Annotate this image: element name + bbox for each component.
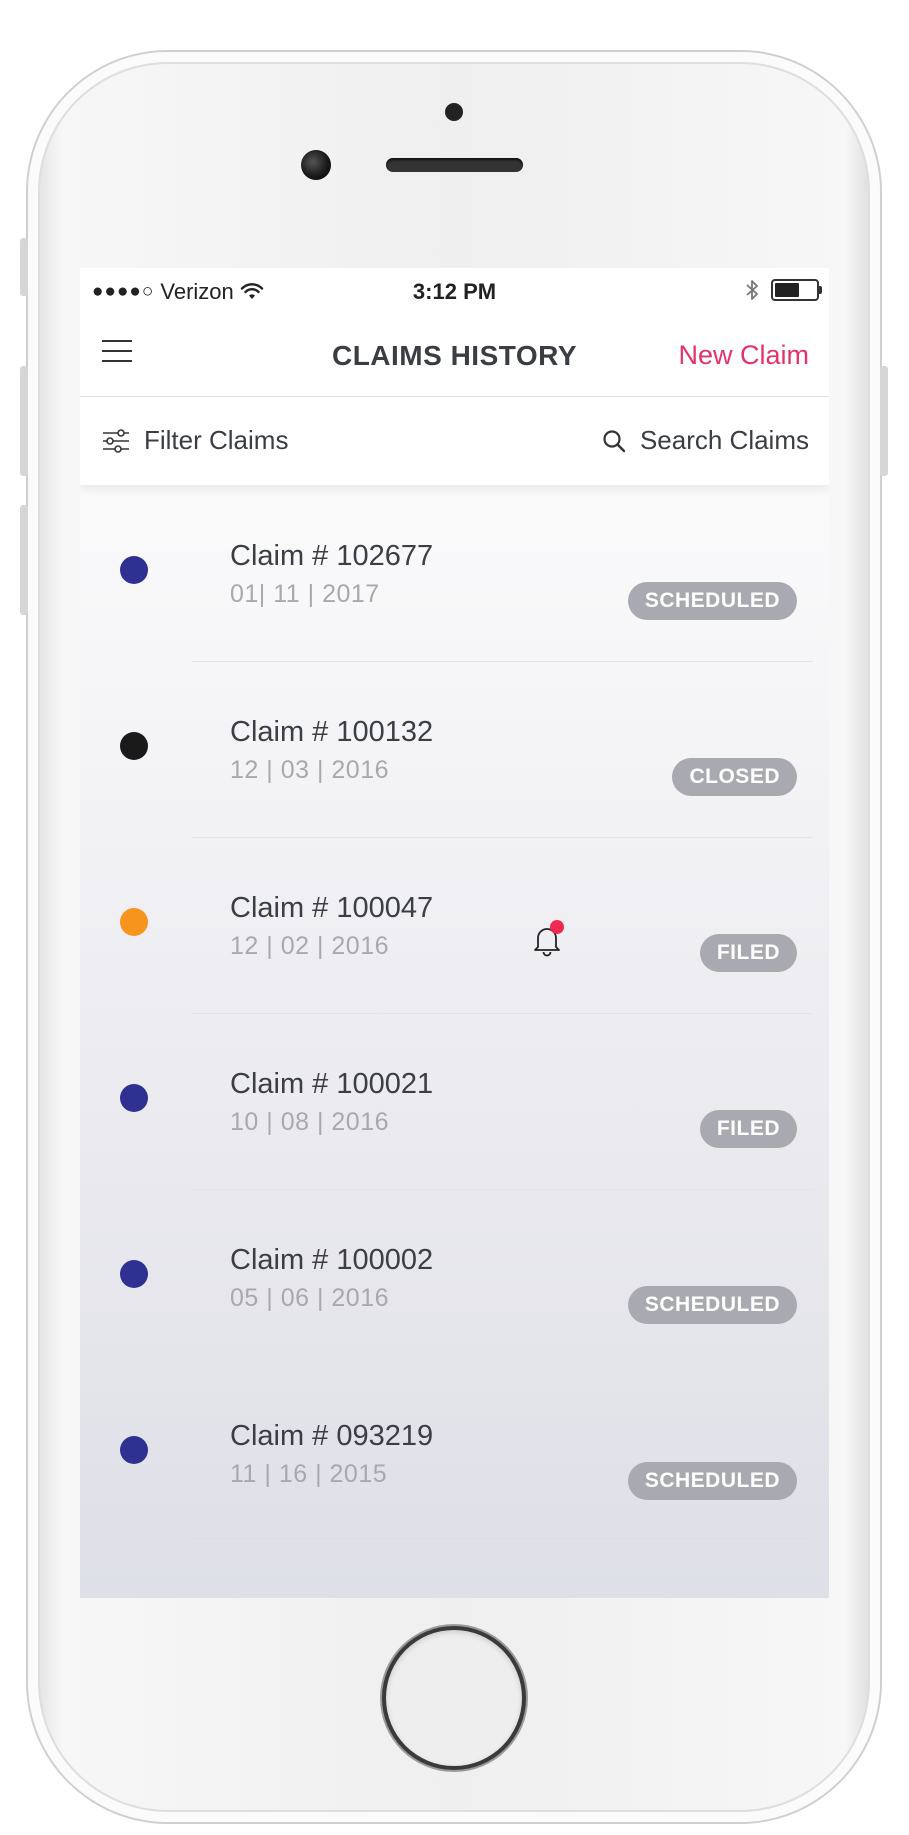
status-badge: SCHEDULED xyxy=(627,1286,797,1324)
status-icons xyxy=(745,278,822,302)
filter-search-bar: Filter Claims Search Claims xyxy=(80,397,829,485)
front-camera xyxy=(301,150,331,180)
home-button[interactable] xyxy=(386,1630,522,1766)
claim-date: 05 | 06 | 2016 xyxy=(230,1284,390,1312)
claim-date: 10 | 08 | 2016 xyxy=(230,1108,390,1136)
new-claim-button[interactable]: New Claim xyxy=(678,340,809,371)
status-indicator-dot xyxy=(120,908,148,936)
claim-number: Claim # 100047 xyxy=(230,892,434,924)
notification-bell-icon[interactable] xyxy=(530,920,564,958)
claim-number: Claim # 102677 xyxy=(230,540,434,572)
status-badge: SCHEDULED xyxy=(627,582,797,620)
claim-number: Claim # 100021 xyxy=(230,1068,434,1100)
claim-date: 11 | 16 | 2015 xyxy=(230,1460,388,1488)
claim-row[interactable]: Claim # 100132 12 | 03 | 2016 CLOSED xyxy=(80,662,829,838)
claim-row[interactable]: Claim # 100047 12 | 02 | 2016 FILED xyxy=(80,838,829,1014)
search-claims-label: Search Claims xyxy=(639,425,809,455)
app-screen: ●●●●○ Verizon 3:12 PM CLAIMS HISTORY New… xyxy=(80,268,829,1598)
filter-claims-label: Filter Claims xyxy=(144,425,289,455)
search-claims-button[interactable]: Search Claims xyxy=(602,425,809,456)
claim-date: 12 | 02 | 2016 xyxy=(230,932,390,960)
claim-row[interactable]: Claim # 100002 05 | 06 | 2016 SCHEDULED xyxy=(80,1190,829,1366)
battery-icon xyxy=(771,279,822,301)
status-indicator-dot xyxy=(120,1260,148,1288)
claim-number: Claim # 093219 xyxy=(230,1420,434,1452)
claim-row[interactable]: Claim # 100021 10 | 08 | 2016 FILED xyxy=(80,1014,829,1190)
clock: 3:12 PM xyxy=(412,279,497,304)
earpiece-speaker xyxy=(386,158,523,172)
filter-claims-button[interactable]: Filter Claims xyxy=(102,425,288,456)
power-button xyxy=(880,366,888,476)
claim-number: Claim # 100002 xyxy=(230,1244,434,1276)
claim-row[interactable]: Claim # 102677 01| 11 | 2017 SCHEDULED xyxy=(80,486,829,662)
proximity-sensor xyxy=(445,103,463,121)
status-badge: FILED xyxy=(699,934,797,972)
status-indicator-dot xyxy=(120,1084,148,1112)
claim-date: 01| 11 | 2017 xyxy=(230,580,380,608)
status-badge: FILED xyxy=(699,1110,797,1148)
status-indicator-dot xyxy=(120,1436,148,1464)
status-indicator-dot xyxy=(120,732,148,760)
volume-up-button xyxy=(20,366,28,476)
volume-down-button xyxy=(20,505,28,615)
notification-badge-dot xyxy=(550,920,564,934)
status-bar: ●●●●○ Verizon 3:12 PM xyxy=(80,268,829,316)
filter-sliders-icon xyxy=(103,428,129,453)
search-icon xyxy=(603,429,626,452)
mute-switch xyxy=(20,238,28,296)
claim-number: Claim # 100132 xyxy=(230,716,434,748)
claim-row[interactable]: Claim # 093219 11 | 16 | 2015 SCHEDULED xyxy=(80,1366,829,1542)
row-divider xyxy=(192,1541,813,1542)
claims-list: Claim # 102677 01| 11 | 2017 SCHEDULED C… xyxy=(80,486,829,1542)
status-badge: SCHEDULED xyxy=(627,1462,797,1500)
claim-date: 12 | 03 | 2016 xyxy=(230,756,390,784)
status-badge: CLOSED xyxy=(672,758,797,796)
bluetooth-icon xyxy=(746,280,758,300)
navigation-bar: CLAIMS HISTORY New Claim xyxy=(80,316,829,397)
status-indicator-dot xyxy=(120,556,148,584)
